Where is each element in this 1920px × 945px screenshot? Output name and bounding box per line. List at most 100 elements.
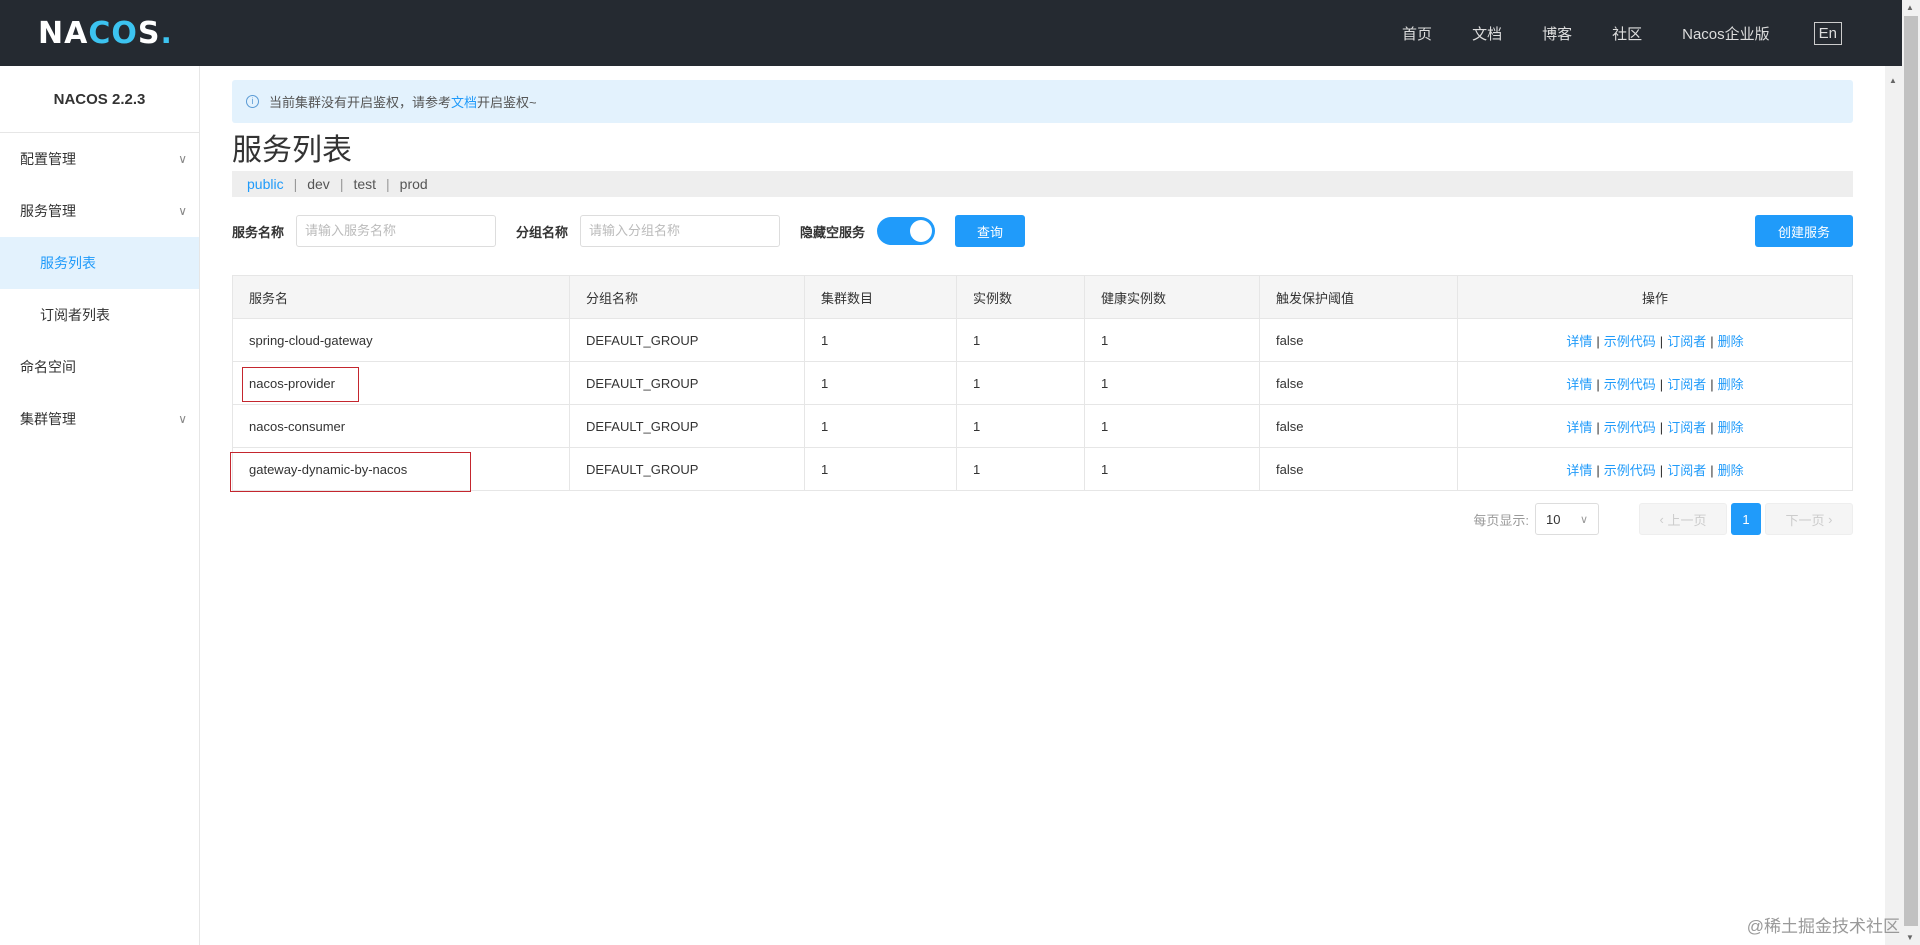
- cell-actions: 详情 | 示例代码 | 订阅者 | 删除: [1457, 318, 1853, 362]
- namespace-dev[interactable]: dev: [307, 176, 330, 192]
- cell-actions: 详情 | 示例代码 | 订阅者 | 删除: [1457, 447, 1853, 491]
- delete-link[interactable]: 删除: [1718, 377, 1744, 392]
- cell-instance-count: 1: [956, 404, 1085, 448]
- sidebar-item-label: 服务管理: [20, 203, 76, 219]
- group-name-label: 分组名称: [516, 224, 569, 240]
- cell-cluster-count: 1: [804, 447, 957, 491]
- page-title: 服务列表: [232, 134, 352, 167]
- version-label: NACOS 2.2.3: [0, 66, 199, 133]
- highlight-box-nacos-provider: [242, 367, 359, 402]
- col-cluster-count: 集群数目: [804, 275, 957, 319]
- scroll-down-icon[interactable]: ▼: [1906, 933, 1914, 942]
- chevron-down-icon: ∨: [178, 412, 187, 426]
- prev-page-button[interactable]: ‹ 上一页: [1639, 503, 1727, 535]
- namespace-public[interactable]: public: [247, 176, 284, 192]
- cell-instance-count: 1: [956, 447, 1085, 491]
- col-group-name: 分组名称: [569, 275, 805, 319]
- details-link[interactable]: 详情: [1566, 420, 1592, 435]
- separator: |: [1596, 419, 1600, 435]
- nav-home[interactable]: 首页: [1402, 23, 1432, 44]
- separator: |: [1659, 333, 1664, 349]
- sidebar-item-cluster[interactable]: 集群管理 ∨: [0, 393, 199, 445]
- col-service-name: 服务名: [232, 275, 570, 319]
- namespace-test[interactable]: test: [353, 176, 376, 192]
- delete-link[interactable]: 删除: [1718, 334, 1744, 349]
- cell-threshold: false: [1259, 404, 1458, 448]
- sidebar-item-subscribers[interactable]: 订阅者列表: [0, 289, 199, 341]
- details-link[interactable]: 详情: [1566, 334, 1592, 349]
- cell-instance-count: 1: [956, 361, 1085, 405]
- details-link[interactable]: 详情: [1566, 463, 1592, 478]
- page-scrollbar[interactable]: ▲ ▼: [1902, 0, 1920, 945]
- highlight-box-gateway-dynamic: [230, 452, 471, 492]
- col-healthy-count: 健康实例数: [1084, 275, 1260, 319]
- page-1-button[interactable]: 1: [1731, 503, 1761, 535]
- hide-empty-toggle[interactable]: [877, 217, 936, 245]
- page-size-label: 每页显示:: [1473, 512, 1529, 528]
- top-nav: 首页 文档 博客 社区 Nacos企业版 En: [1362, 0, 1842, 66]
- content-scrollbar[interactable]: ▲: [1885, 66, 1902, 945]
- separator: |: [1659, 376, 1664, 392]
- namespace-bar: public | dev | test | prod: [232, 171, 1853, 197]
- sidebar-item-namespace[interactable]: 命名空间: [0, 341, 199, 393]
- table-row: spring-cloud-gateway DEFAULT_GROUP 1 1 1 fals…: [232, 318, 1853, 362]
- cell-cluster-count: 1: [804, 318, 957, 362]
- separator: |: [1659, 419, 1664, 435]
- query-button[interactable]: 查询: [955, 215, 1026, 247]
- cell-threshold: false: [1259, 447, 1458, 491]
- separator: |: [1659, 462, 1664, 478]
- filter-bar: 服务名称 请输入服务名称 分组名称 请输入分组名称 隐藏空服务 查询 创建服务: [232, 214, 1853, 248]
- page-size-select[interactable]: 10 ∨: [1535, 503, 1599, 535]
- nav-enterprise[interactable]: Nacos企业版: [1682, 23, 1770, 44]
- table-row: gateway-dynamic-by-nacos DEFAULT_GROUP 1 1 1…: [232, 447, 1853, 491]
- cell-healthy-count: 1: [1084, 447, 1260, 491]
- sample-code-link[interactable]: 示例代码: [1604, 463, 1656, 478]
- sidebar-item-service-mgmt[interactable]: 服务管理 ∨: [0, 185, 199, 237]
- sidebar-item-service-list[interactable]: 服务列表: [0, 237, 199, 289]
- subscribers-link[interactable]: 订阅者: [1667, 420, 1706, 435]
- table-row: nacos-consumer DEFAULT_GROUP 1 1 1 false 详情 | 示例…: [232, 404, 1853, 448]
- docs-link[interactable]: 文档: [451, 92, 477, 111]
- language-toggle[interactable]: En: [1813, 21, 1842, 45]
- next-label: 下一页: [1785, 512, 1825, 528]
- nav-community[interactable]: 社区: [1612, 23, 1642, 44]
- scroll-up-icon[interactable]: ▲: [1889, 76, 1897, 85]
- subscribers-link[interactable]: 订阅者: [1667, 377, 1706, 392]
- sample-code-link[interactable]: 示例代码: [1604, 420, 1656, 435]
- cell-service-name: spring-cloud-gateway: [232, 318, 570, 362]
- scrollbar-thumb[interactable]: [1904, 16, 1918, 926]
- namespace-prod[interactable]: prod: [400, 176, 428, 192]
- separator: |: [1596, 462, 1600, 478]
- delete-link[interactable]: 删除: [1718, 420, 1744, 435]
- details-link[interactable]: 详情: [1566, 377, 1592, 392]
- create-service-button[interactable]: 创建服务: [1755, 215, 1853, 247]
- alert-text: 当前集群没有开启鉴权，请参考: [269, 95, 452, 110]
- sample-code-link[interactable]: 示例代码: [1604, 377, 1656, 392]
- sidebar-item-config[interactable]: 配置管理 ∨: [0, 133, 199, 185]
- nav-blog[interactable]: 博客: [1542, 23, 1572, 44]
- auth-alert: i 当前集群没有开启鉴权，请参考 文档 开启鉴权~: [232, 80, 1853, 123]
- table-row: nacos-provider DEFAULT_GROUP 1 1 1 false 详情 | 示例…: [232, 361, 1853, 405]
- sidebar-item-label: 命名空间: [20, 359, 76, 375]
- separator: |: [1710, 419, 1714, 435]
- next-page-button[interactable]: 下一页 ›: [1765, 503, 1853, 535]
- nacos-logo[interactable]: NACOS.: [38, 16, 173, 51]
- cell-cluster-count: 1: [804, 361, 957, 405]
- subscribers-link[interactable]: 订阅者: [1667, 463, 1706, 478]
- cell-instance-count: 1: [956, 318, 1085, 362]
- sample-code-link[interactable]: 示例代码: [1604, 334, 1656, 349]
- nav-docs[interactable]: 文档: [1472, 23, 1502, 44]
- cell-group-name: DEFAULT_GROUP: [569, 318, 805, 362]
- service-name-input[interactable]: 请输入服务名称: [296, 215, 497, 247]
- info-icon: i: [246, 95, 259, 108]
- delete-link[interactable]: 删除: [1718, 463, 1744, 478]
- cell-threshold: false: [1259, 361, 1458, 405]
- sidebar: NACOS 2.2.3 配置管理 ∨ 服务管理 ∨ 服务列表 订阅者列表 命名空间 …: [0, 66, 200, 945]
- subscribers-link[interactable]: 订阅者: [1667, 334, 1706, 349]
- separator: |: [1710, 376, 1714, 392]
- group-name-input[interactable]: 请输入分组名称: [580, 215, 781, 247]
- pagination: 每页显示: 10 ∨ ‹ 上一页 1 下一页 ›: [1473, 503, 1853, 535]
- cell-threshold: false: [1259, 318, 1458, 362]
- scroll-up-icon[interactable]: ▲: [1906, 3, 1914, 12]
- separator: |: [1596, 333, 1600, 349]
